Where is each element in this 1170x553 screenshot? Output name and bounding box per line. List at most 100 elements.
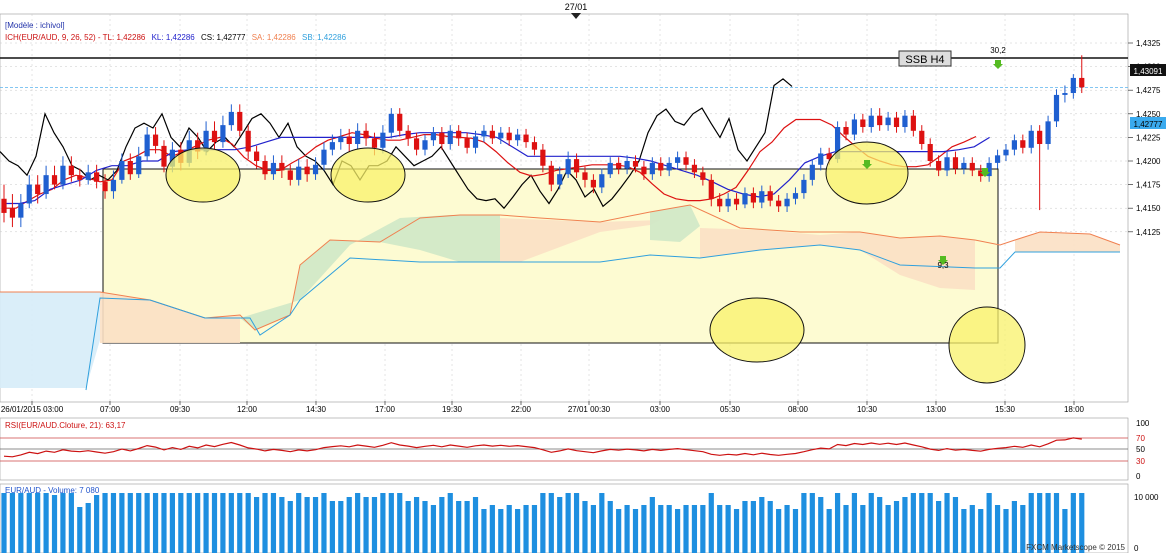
volume-bar [186,493,192,553]
volume-bar [489,505,495,553]
candle-body [885,117,891,126]
candle-body [540,149,546,166]
candle-body [708,179,714,199]
volume-bar [51,495,58,553]
candle-body [658,162,664,171]
rsi-panel: RSI(EUR/AUD.Cloture, 21): 63,17 100 70 5… [0,417,1150,481]
ich-sa: SA: 1,42286 [252,33,297,42]
volume-bar [211,493,218,553]
candle-body [742,193,748,205]
price-tick-label: 1,4125 [1136,228,1161,237]
price-tick-label: 1,4275 [1136,86,1161,95]
volume-bar [582,501,588,553]
candle-body [776,200,782,207]
volume-bar [834,493,841,553]
candle-body [422,140,428,150]
volume-bar [355,493,361,553]
volume-bar [270,493,277,553]
candle-body [565,159,571,175]
volume-bar [776,509,782,553]
candle-body [329,142,335,150]
candle-body [624,161,630,169]
volume-bar [220,493,226,553]
volume-bar [439,497,445,553]
volume-bar [9,493,16,553]
candle-body [60,165,66,185]
candle-body [270,162,277,175]
candle-body [9,208,16,218]
volume-bar [102,493,108,553]
candle-body [666,162,672,171]
candle-body [531,142,538,150]
volume-bar [885,505,891,553]
volume-bar [43,493,49,553]
time-tick-label: 05:30 [720,405,741,414]
candle-body [725,198,731,207]
volume-bar [961,509,967,553]
candle-body [262,161,268,175]
candle-body [1070,77,1076,94]
volume-bar [68,493,74,553]
ich-kl: KL: 1,42286 [152,33,196,42]
candle-body [152,134,159,146]
candle-body [961,162,967,169]
candle-body [717,198,723,207]
volume-bar [725,505,731,553]
rsi-tick-50: 50 [1136,445,1145,454]
candle-body [733,198,740,205]
highlight-circle [165,147,241,203]
candle-body [296,166,302,180]
rsi-tick-30: 30 [1136,457,1145,466]
volume-bar [784,505,790,553]
volume-bar [169,493,175,553]
candle-body [1011,140,1017,150]
ich-prefix: ICH(EUR/AUD, 9, 26, 52) - [5,33,103,42]
candle-body [683,157,689,165]
candle-body [304,166,310,175]
volume-bar [304,497,310,553]
volume-bar [329,501,335,553]
volume-bar [60,493,66,553]
price-tick-label: 1,4200 [1136,157,1161,166]
volume-bar [936,501,942,553]
time-tick-label: 07:00 [100,405,121,414]
time-tick-label: 27/01 00:30 [568,405,611,414]
cloud-blue-region [0,292,100,388]
volume-bar [927,493,933,553]
volume-bar [531,505,538,553]
volume-bar [573,493,580,553]
volume-bar [851,493,858,553]
candle-body [77,175,83,180]
volume-bar [607,501,613,553]
candle-body [952,157,959,169]
candle-body [675,157,681,163]
volume-bar [152,493,159,553]
price-tick-label: 1,4175 [1136,181,1161,190]
candle-body [506,132,512,141]
candle-body [599,174,605,188]
candle-body [26,184,32,204]
candle-body [784,198,790,207]
candle-body [413,138,420,150]
volume-bar [388,493,394,553]
candle-body [548,165,554,185]
candle-body [110,179,117,192]
candle-body [641,166,647,175]
candle-body [944,157,950,171]
volume-bar [464,501,470,553]
candle-body [1062,93,1068,95]
volume-bar [616,509,622,553]
volume-bar [801,493,807,553]
time-tick-label: 19:30 [442,405,463,414]
ssb-label: SSB H4 [905,54,944,66]
candle-body [237,111,243,131]
time-tick-label: 10:30 [857,405,878,414]
volume-bar [397,493,403,553]
candle-body [464,138,470,148]
time-tick-label: 13:00 [926,405,947,414]
volume-bar [944,493,950,553]
volume-bar [843,505,849,553]
candle-body [607,162,613,175]
candle-body [750,193,756,203]
candle-body [211,130,218,143]
